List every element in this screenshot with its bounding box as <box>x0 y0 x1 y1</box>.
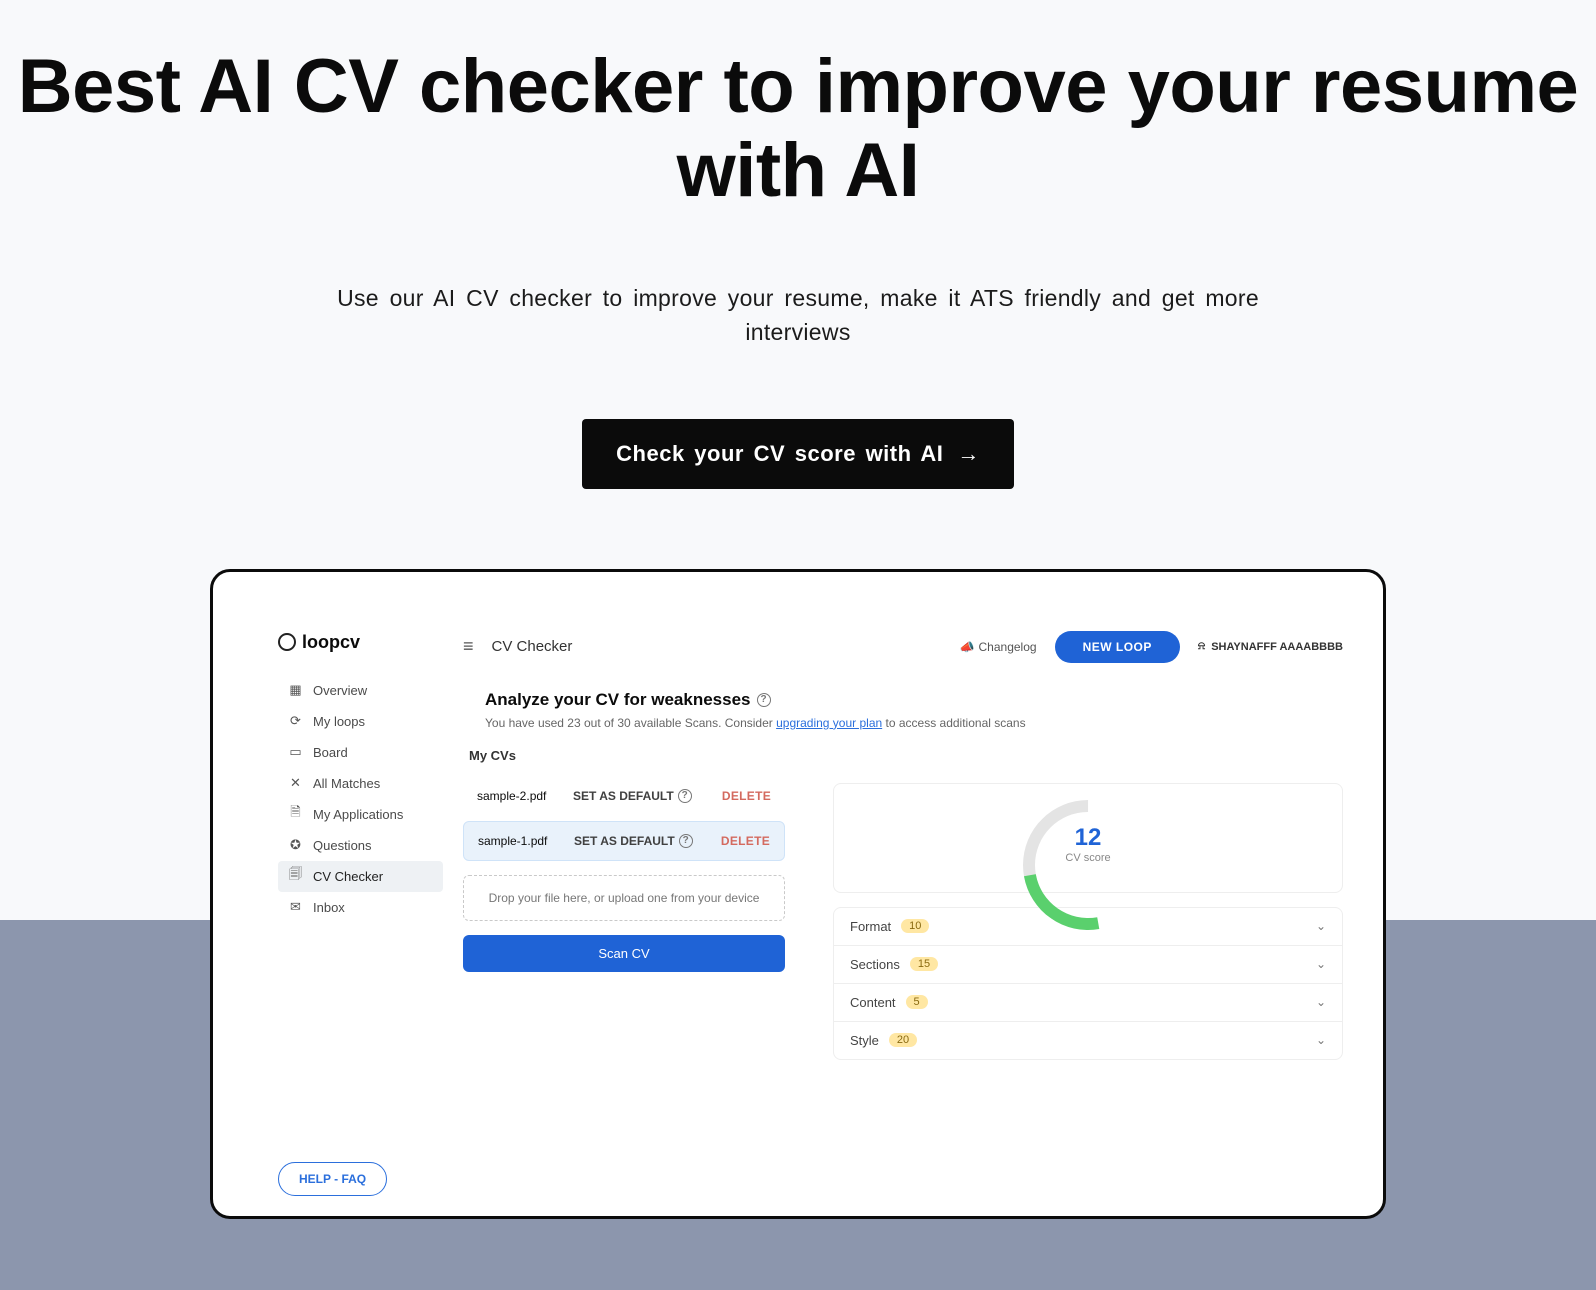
refresh-icon: ⟳ <box>288 714 303 729</box>
chevron-down-icon: ⌄ <box>1316 919 1326 933</box>
score-badge: 10 <box>901 919 929 933</box>
sidebar-item-label: CV Checker <box>313 869 383 884</box>
acc-label: Format <box>850 919 891 934</box>
chat-icon: ✪ <box>288 838 303 853</box>
set-default-button[interactable]: SET AS DEFAULT ? <box>574 834 693 848</box>
sidebar-item-my-loops[interactable]: ⟳ My loops <box>278 706 443 737</box>
arrow-right-icon: → <box>957 441 980 467</box>
delete-button[interactable]: DELETE <box>721 834 770 848</box>
hero-subtitle: Use our AI CV checker to improve your re… <box>333 282 1263 349</box>
accordion-row-sections[interactable]: Sections 15 ⌄ <box>834 945 1342 983</box>
sidebar-item-label: My loops <box>313 714 365 729</box>
cv-filename: sample-1.pdf <box>478 834 560 848</box>
dashboard-icon: ▦ <box>288 683 303 698</box>
cta-label: Check your CV score with AI <box>616 441 943 467</box>
new-loop-button[interactable]: NEW LOOP <box>1055 631 1180 663</box>
analyze-title: Analyze your CV for weaknesses ? <box>485 690 1343 710</box>
upload-dropzone[interactable]: Drop your file here, or upload one from … <box>463 875 785 921</box>
sidebar-item-my-applications[interactable]: 🗎 My Applications <box>278 799 443 830</box>
cv-score-card: 12 CV score <box>833 783 1343 893</box>
chevron-down-icon: ⌄ <box>1316 1033 1326 1047</box>
acc-label: Style <box>850 1033 879 1048</box>
accordion-row-content[interactable]: Content 5 ⌄ <box>834 983 1342 1021</box>
chevron-down-icon: ⌄ <box>1316 957 1326 971</box>
hero-title: Best AI CV checker to improve your resum… <box>0 45 1596 212</box>
hero-section: Best AI CV checker to improve your resum… <box>0 0 1596 489</box>
scan-cv-button[interactable]: Scan CV <box>463 935 785 972</box>
sidebar-item-label: All Matches <box>313 776 380 791</box>
sidebar-item-all-matches[interactable]: ✕ All Matches <box>278 768 443 799</box>
analyze-title-text: Analyze your CV for weaknesses <box>485 690 751 710</box>
sidebar-item-label: Questions <box>313 838 372 853</box>
mail-icon: ✉ <box>288 900 303 915</box>
sidebar: loopcv ▦ Overview ⟳ My loops ▭ Board ✕ A… <box>278 632 443 1196</box>
sidebar-item-label: Board <box>313 745 348 760</box>
topbar: ≡ CV Checker 📣 Changelog NEW LOOP ⍾ SHAY… <box>463 632 1343 662</box>
sidebar-item-questions[interactable]: ✪ Questions <box>278 830 443 861</box>
check-cv-score-button[interactable]: Check your CV score with AI → <box>582 419 1014 489</box>
user-menu[interactable]: ⍾ SHAYNAFFF AAAABBBB <box>1198 640 1343 653</box>
document-icon: 🗎 <box>288 807 303 822</box>
sidebar-item-cv-checker[interactable]: 🗐 CV Checker <box>278 861 443 892</box>
brand[interactable]: loopcv <box>278 632 443 653</box>
set-default-button[interactable]: SET AS DEFAULT ? <box>573 789 692 803</box>
score-badge: 5 <box>906 995 928 1009</box>
main-panel: ≡ CV Checker 📣 Changelog NEW LOOP ⍾ SHAY… <box>443 632 1343 1196</box>
hamburger-icon[interactable]: ≡ <box>463 636 474 657</box>
score-gauge: 12 CV score <box>1023 800 1153 870</box>
sidebar-item-inbox[interactable]: ✉ Inbox <box>278 892 443 923</box>
acc-label: Content <box>850 995 896 1010</box>
cv-row[interactable]: sample-1.pdf SET AS DEFAULT ? DELETE <box>463 821 785 861</box>
board-icon: ▭ <box>288 745 303 760</box>
cv-row[interactable]: sample-2.pdf SET AS DEFAULT ? DELETE <box>463 777 785 815</box>
shuffle-icon: ✕ <box>288 776 303 791</box>
help-icon: ? <box>678 789 692 803</box>
content-row: sample-2.pdf SET AS DEFAULT ? DELETE sam… <box>463 777 1343 1060</box>
sidebar-item-board[interactable]: ▭ Board <box>278 737 443 768</box>
acc-label: Sections <box>850 957 900 972</box>
help-icon: ? <box>679 834 693 848</box>
analyze-sub-suffix: to access additional scans <box>882 716 1025 730</box>
score-badge: 15 <box>910 957 938 971</box>
help-icon[interactable]: ? <box>757 693 771 707</box>
cv-list-column: sample-2.pdf SET AS DEFAULT ? DELETE sam… <box>463 777 785 1060</box>
score-column: 12 CV score Format 10 ⌄ Sections 15 <box>833 777 1343 1060</box>
loop-icon <box>278 633 296 651</box>
changelog-link[interactable]: 📣 Changelog <box>960 640 1037 654</box>
cv-filename: sample-2.pdf <box>477 789 559 803</box>
sidebar-item-label: Inbox <box>313 900 345 915</box>
score-value: 12 <box>1023 824 1153 852</box>
my-cvs-label: My CVs <box>469 748 1343 763</box>
analyze-sub-prefix: You have used 23 out of 30 available Sca… <box>485 716 776 730</box>
user-name: SHAYNAFFF AAAABBBB <box>1211 641 1343 653</box>
set-default-label: SET AS DEFAULT <box>573 789 674 803</box>
sidebar-item-overview[interactable]: ▦ Overview <box>278 675 443 706</box>
help-faq-button[interactable]: HELP - FAQ <box>278 1162 387 1196</box>
page-icon: 🗐 <box>288 869 303 884</box>
score-badge: 20 <box>889 1033 917 1047</box>
app-screenshot-frame: loopcv ▦ Overview ⟳ My loops ▭ Board ✕ A… <box>210 569 1386 1219</box>
delete-button[interactable]: DELETE <box>722 789 771 803</box>
changelog-label: Changelog <box>979 640 1037 654</box>
accordion-row-style[interactable]: Style 20 ⌄ <box>834 1021 1342 1059</box>
upgrade-plan-link[interactable]: upgrading your plan <box>776 716 882 730</box>
sidebar-item-label: Overview <box>313 683 367 698</box>
analyze-subtext: You have used 23 out of 30 available Sca… <box>485 716 1343 730</box>
brand-name: loopcv <box>302 632 360 653</box>
megaphone-icon: 📣 <box>960 640 975 654</box>
sidebar-item-label: My Applications <box>313 807 403 822</box>
set-default-label: SET AS DEFAULT <box>574 834 675 848</box>
chevron-down-icon: ⌄ <box>1316 995 1326 1009</box>
user-icon: ⍾ <box>1198 640 1205 653</box>
page-title: CV Checker <box>492 638 573 655</box>
score-label: CV score <box>1023 852 1153 864</box>
